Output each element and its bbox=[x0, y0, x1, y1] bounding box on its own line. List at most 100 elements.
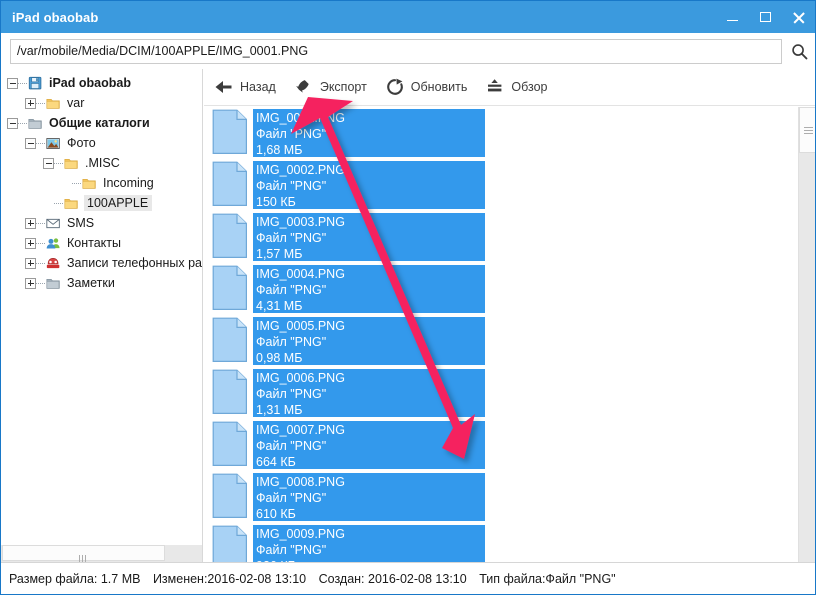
file-png-icon bbox=[212, 525, 248, 562]
file-png-icon bbox=[212, 161, 248, 207]
tree-item-var[interactable]: var bbox=[1, 93, 203, 113]
collapse-icon[interactable] bbox=[43, 158, 54, 169]
tree-connector-line bbox=[36, 263, 45, 264]
expand-icon[interactable] bbox=[25, 218, 36, 229]
tree-connector-line bbox=[36, 243, 45, 244]
file-type: Файл "PNG" bbox=[256, 126, 481, 142]
toolbar-button-browse[interactable]: Обзор bbox=[483, 72, 557, 102]
file-type: Файл "PNG" bbox=[256, 334, 481, 350]
expand-icon[interactable] bbox=[25, 238, 36, 249]
tree-item-label: iPad obaobab bbox=[48, 76, 131, 90]
file-png-icon bbox=[212, 421, 248, 467]
file-item[interactable]: IMG_0009.PNGФайл "PNG"926 КБ bbox=[212, 523, 485, 562]
folder-yellow-icon bbox=[81, 176, 98, 191]
main-split: iPad obaobab var Общие каталоги Фото.MISCIn… bbox=[1, 69, 815, 562]
tree-item-sms[interactable]: SMS bbox=[1, 213, 203, 233]
collapse-icon[interactable] bbox=[7, 118, 18, 129]
tree-connector-line bbox=[54, 203, 63, 204]
collapse-icon[interactable] bbox=[7, 78, 18, 89]
search-icon bbox=[791, 43, 808, 60]
file-toolbar: НазадЭкспорт Обновить Обзор bbox=[204, 69, 815, 106]
file-list-viewport[interactable]: IMG_0001.PNGФайл "PNG"1,68 МБIMG_0002.PN… bbox=[204, 107, 815, 562]
toolbar-button-back[interactable]: Назад bbox=[212, 72, 286, 102]
file-png-icon bbox=[212, 317, 248, 363]
search-button[interactable] bbox=[784, 37, 814, 65]
tree-item-заметки[interactable]: Заметки bbox=[1, 273, 203, 293]
file-size: 4,31 МБ bbox=[256, 298, 481, 313]
file-size: 150 КБ bbox=[256, 194, 481, 209]
tree-connector-line bbox=[36, 103, 45, 104]
tree-scroll-thumb[interactable] bbox=[2, 545, 165, 561]
file-png-icon bbox=[212, 265, 248, 311]
toolbar-button-refresh[interactable]: Обновить bbox=[383, 72, 478, 102]
maximize-button[interactable] bbox=[749, 1, 782, 33]
tree-item-общие-каталоги[interactable]: Общие каталоги bbox=[1, 113, 203, 133]
file-item[interactable]: IMG_0001.PNGФайл "PNG"1,68 МБ bbox=[212, 107, 485, 159]
tree-item-100apple[interactable]: 100APPLE bbox=[1, 193, 203, 213]
tree-connector-line bbox=[18, 83, 27, 84]
phone-icon bbox=[45, 256, 62, 271]
expand-icon[interactable] bbox=[25, 258, 36, 269]
file-list-panel: НазадЭкспортОбновитьОбзор IMG_0001.PNGФа… bbox=[204, 69, 815, 562]
address-bar bbox=[1, 33, 815, 69]
directory-tree-panel: iPad obaobab var Общие каталоги Фото.MISCIn… bbox=[1, 69, 203, 562]
tree-item-контакты[interactable]: Контакты bbox=[1, 233, 203, 253]
file-item[interactable]: IMG_0007.PNGФайл "PNG"664 КБ bbox=[212, 419, 485, 471]
file-size: 610 КБ bbox=[256, 506, 481, 521]
file-size: 1,57 МБ bbox=[256, 246, 481, 261]
tree-item-incoming[interactable]: Incoming bbox=[1, 173, 203, 193]
file-item[interactable]: IMG_0003.PNGФайл "PNG"1,57 МБ bbox=[212, 211, 485, 263]
status-modified: Изменен:2016-02-08 13:10 bbox=[153, 572, 306, 586]
file-size: 1,68 МБ bbox=[256, 142, 481, 157]
file-item[interactable]: IMG_0004.PNGФайл "PNG"4,31 МБ bbox=[212, 263, 485, 315]
tree-item--misc[interactable]: .MISC bbox=[1, 153, 203, 173]
toolbar-button-label: Обновить bbox=[411, 80, 468, 94]
file-explorer-window: iPad obaobab iPad obaobabvarОбщие кат bbox=[0, 0, 816, 595]
file-list-vertical-scrollbar[interactable] bbox=[798, 107, 815, 562]
file-item[interactable]: IMG_0005.PNGФайл "PNG"0,98 МБ bbox=[212, 315, 485, 367]
file-item-info: IMG_0005.PNGФайл "PNG"0,98 МБ bbox=[253, 317, 485, 365]
tree-item-label: 100APPLE bbox=[84, 195, 152, 211]
file-name: IMG_0003.PNG bbox=[256, 214, 481, 230]
minimize-button[interactable] bbox=[716, 1, 749, 33]
path-input[interactable] bbox=[10, 39, 782, 64]
device-floppy-icon bbox=[27, 76, 44, 91]
status-file-size: Размер файла: 1.7 MB bbox=[9, 572, 140, 586]
tree-horizontal-scrollbar[interactable] bbox=[1, 545, 203, 562]
file-name: IMG_0001.PNG bbox=[256, 110, 481, 126]
file-grid: IMG_0001.PNGФайл "PNG"1,68 МБIMG_0002.PN… bbox=[204, 107, 790, 562]
tree-item-ipad-obaobab[interactable]: iPad obaobab bbox=[1, 73, 203, 93]
tree-expander-placeholder bbox=[43, 198, 54, 209]
maximize-icon bbox=[760, 12, 771, 22]
file-name: IMG_0005.PNG bbox=[256, 318, 481, 334]
expand-icon[interactable] bbox=[25, 98, 36, 109]
close-button[interactable] bbox=[782, 1, 815, 33]
folder-grey-icon bbox=[45, 276, 62, 291]
file-size: 664 КБ bbox=[256, 454, 481, 469]
file-png-icon bbox=[212, 213, 248, 259]
folder-yellow-icon bbox=[63, 156, 80, 171]
collapse-icon[interactable] bbox=[25, 138, 36, 149]
tree-item-записи-телефонных-раз[interactable]: Записи телефонных раз bbox=[1, 253, 203, 273]
tree-connector-line bbox=[36, 223, 45, 224]
tree-item-фото[interactable]: Фото bbox=[1, 133, 203, 153]
file-item-info: IMG_0007.PNGФайл "PNG"664 КБ bbox=[253, 421, 485, 469]
file-item[interactable]: IMG_0006.PNGФайл "PNG"1,31 МБ bbox=[212, 367, 485, 419]
file-type: Файл "PNG" bbox=[256, 438, 481, 454]
file-type: Файл "PNG" bbox=[256, 230, 481, 246]
expand-icon[interactable] bbox=[25, 278, 36, 289]
status-created: Создан: 2016-02-08 13:10 bbox=[319, 572, 467, 586]
file-size: 1,31 МБ bbox=[256, 402, 481, 417]
tree-item-label: Общие каталоги bbox=[48, 116, 150, 130]
file-item[interactable]: IMG_0002.PNGФайл "PNG"150 КБ bbox=[212, 159, 485, 211]
toolbar-button-export[interactable]: Экспорт bbox=[292, 72, 377, 102]
file-item[interactable]: IMG_0008.PNGФайл "PNG"610 КБ bbox=[212, 471, 485, 523]
minimize-icon bbox=[727, 20, 738, 21]
file-item-info: IMG_0003.PNGФайл "PNG"1,57 МБ bbox=[253, 213, 485, 261]
file-png-icon bbox=[212, 109, 248, 155]
tree-expander-placeholder bbox=[61, 178, 72, 189]
file-name: IMG_0007.PNG bbox=[256, 422, 481, 438]
file-list-scroll-thumb[interactable] bbox=[799, 107, 816, 153]
scroll-grip-icon bbox=[804, 127, 813, 134]
title-bar: iPad obaobab bbox=[1, 1, 815, 33]
